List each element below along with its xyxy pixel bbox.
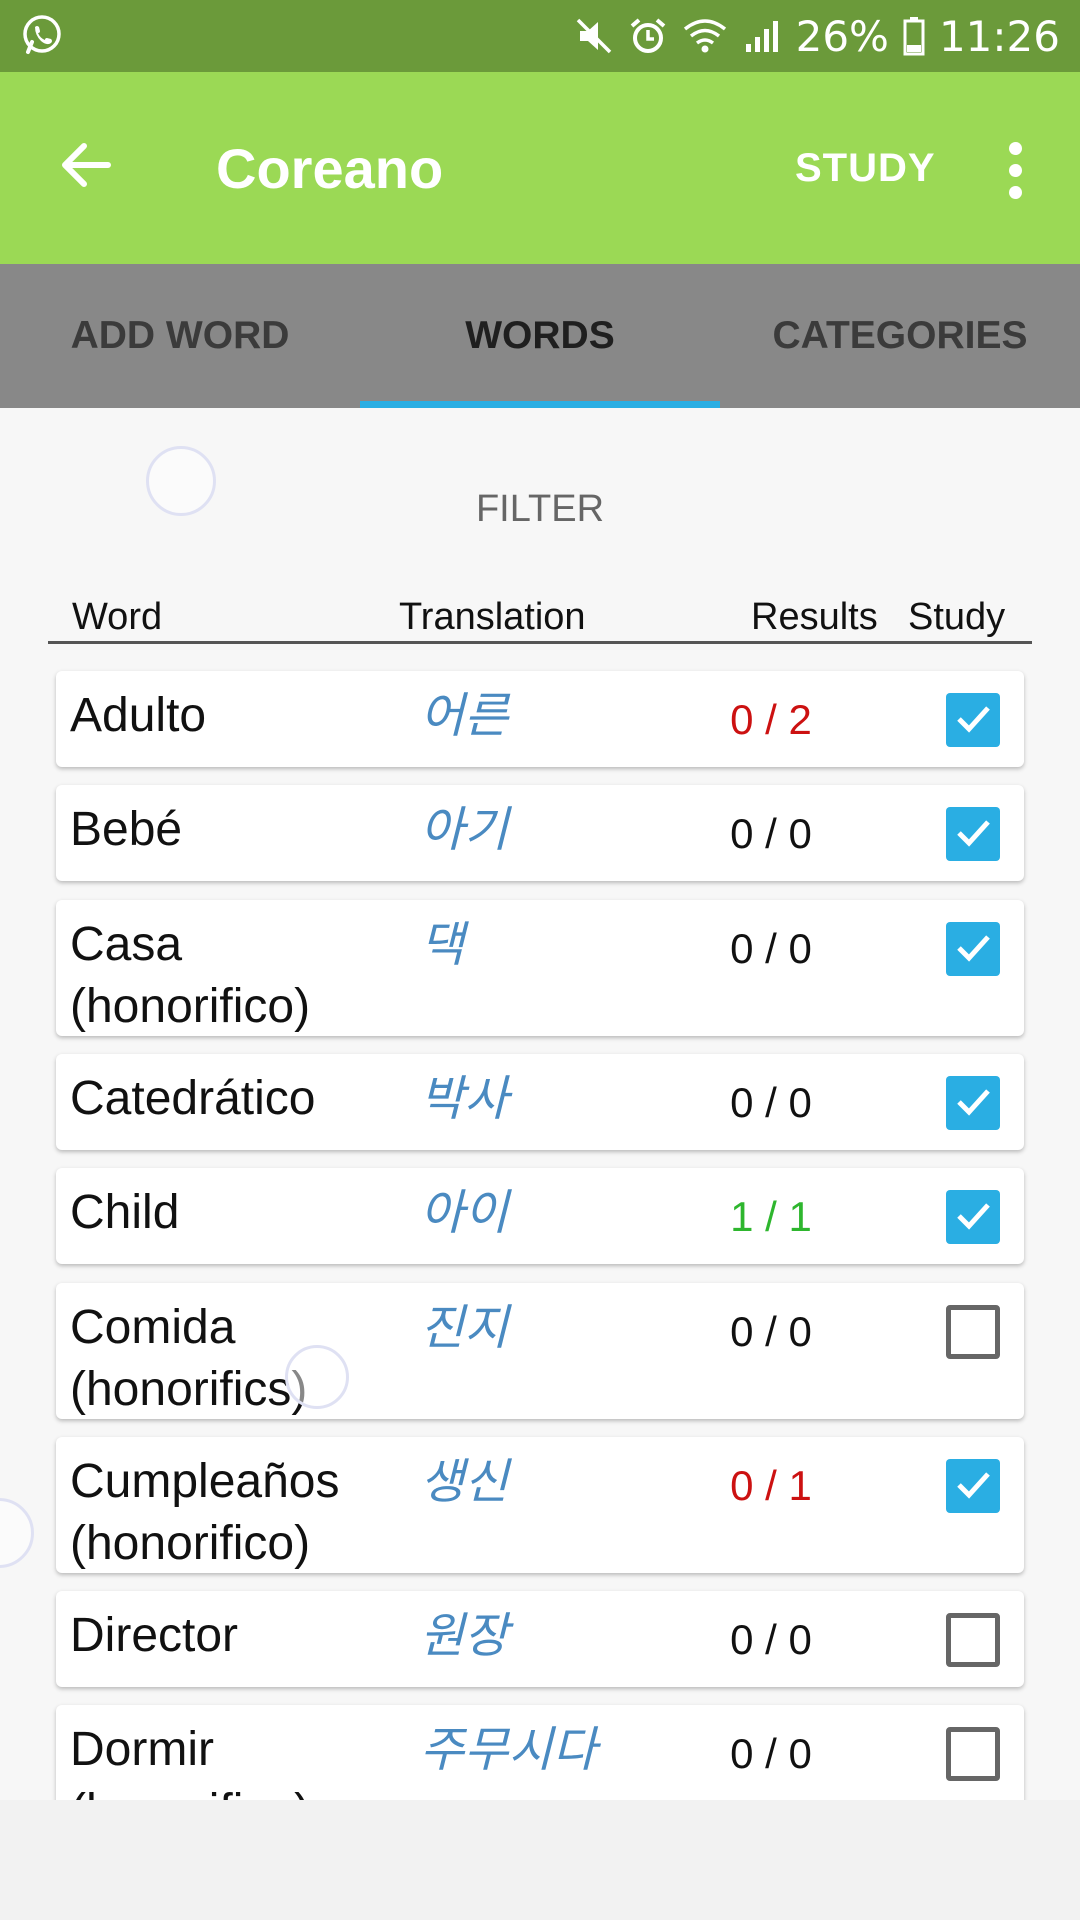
wifi-icon bbox=[682, 16, 728, 56]
tab-categories-label: CATEGORIES bbox=[772, 314, 1028, 357]
word-text: Adulto bbox=[70, 689, 207, 742]
bottom-spacer bbox=[0, 1800, 1080, 1920]
checkmark-icon bbox=[953, 1195, 993, 1240]
translation-text: 아기 bbox=[420, 802, 509, 858]
tab-indicator bbox=[360, 401, 720, 408]
header-results: Results bbox=[751, 596, 878, 638]
translation-text: 아이 bbox=[420, 1185, 509, 1241]
tab-words-label: WORDS bbox=[465, 314, 615, 357]
battery-icon bbox=[903, 16, 925, 56]
app-title: Coreano bbox=[216, 136, 444, 200]
translation-text: 주무시다 bbox=[420, 1722, 597, 1778]
translation-text: 진지 bbox=[420, 1300, 509, 1356]
word-text: Comida (honorifics) bbox=[70, 1301, 308, 1416]
word-row[interactable]: Dormir (honorifico) 주무시다 0 / 0 bbox=[56, 1705, 1024, 1800]
mute-icon bbox=[574, 16, 614, 56]
word-row[interactable]: Director 원장 0 / 0 bbox=[56, 1591, 1024, 1687]
clock: 11:26 bbox=[938, 11, 1060, 61]
result-text: 0 / 0 bbox=[730, 925, 812, 972]
word-text: Director bbox=[70, 1609, 239, 1662]
checkmark-icon bbox=[953, 812, 993, 857]
word-text: Bebé bbox=[70, 803, 183, 856]
word-text: Dormir (honorifico) bbox=[70, 1723, 310, 1800]
battery-percent: 26% bbox=[795, 11, 889, 61]
word-row[interactable]: Comida (honorifics) 진지 0 / 0 bbox=[56, 1283, 1024, 1419]
translation-text: 생신 bbox=[420, 1454, 509, 1510]
result-text: 0 / 0 bbox=[730, 810, 812, 857]
alarm-icon bbox=[628, 16, 668, 56]
tab-words[interactable]: WORDS bbox=[360, 264, 720, 408]
word-row[interactable]: Bebé 아기 0 / 0 bbox=[56, 785, 1024, 881]
back-button[interactable] bbox=[50, 132, 120, 202]
word-row[interactable]: Catedrático 박사 0 / 0 bbox=[56, 1054, 1024, 1150]
study-checkbox[interactable] bbox=[946, 1305, 1000, 1359]
translation-text: 댁 bbox=[420, 917, 465, 973]
study-checkbox[interactable] bbox=[946, 693, 1000, 747]
filter-button[interactable]: FILTER bbox=[0, 488, 1080, 531]
word-row[interactable]: Child 아이 1 / 1 bbox=[56, 1168, 1024, 1264]
study-checkbox[interactable] bbox=[946, 1727, 1000, 1781]
header-translation: Translation bbox=[399, 596, 586, 638]
more-vert-icon bbox=[1008, 141, 1022, 155]
header-word: Word bbox=[72, 596, 163, 638]
app-bar: Coreano STUDY bbox=[0, 72, 1080, 264]
checkmark-icon bbox=[953, 1081, 993, 1126]
words-list-content: FILTER Word Translation Results Study Ad… bbox=[0, 408, 1080, 1800]
tab-categories[interactable]: CATEGORIES bbox=[720, 264, 1080, 408]
word-row[interactable]: Adulto 어른 0 / 2 bbox=[56, 671, 1024, 767]
tab-bar: ADD WORD WORDS CATEGORIES bbox=[0, 264, 1080, 408]
header-study: Study bbox=[908, 596, 1006, 638]
table-header: Word Translation Results Study bbox=[48, 588, 1032, 644]
study-checkbox[interactable] bbox=[946, 1459, 1000, 1513]
translation-text: 박사 bbox=[420, 1071, 509, 1127]
result-text: 0 / 1 bbox=[730, 1462, 812, 1509]
result-text: 0 / 0 bbox=[730, 1079, 812, 1126]
checkmark-icon bbox=[953, 927, 993, 972]
translation-text: 어른 bbox=[420, 688, 509, 744]
result-text: 0 / 0 bbox=[730, 1730, 812, 1777]
touch-indicator bbox=[0, 1498, 34, 1568]
translation-text: 원장 bbox=[420, 1608, 509, 1664]
word-row[interactable]: Casa (honorifico) 댁 0 / 0 bbox=[56, 900, 1024, 1036]
result-text: 0 / 0 bbox=[730, 1308, 812, 1355]
word-text: Child bbox=[70, 1186, 180, 1239]
result-text: 1 / 1 bbox=[730, 1193, 812, 1240]
status-bar: 26% 11:26 bbox=[0, 0, 1080, 72]
result-text: 0 / 0 bbox=[730, 1616, 812, 1663]
checkmark-icon bbox=[953, 698, 993, 743]
word-text: Catedrático bbox=[70, 1072, 316, 1125]
word-text: Cumpleaños (honorifico) bbox=[70, 1455, 340, 1570]
signal-icon bbox=[742, 16, 782, 56]
study-button[interactable]: STUDY bbox=[795, 72, 936, 264]
study-checkbox[interactable] bbox=[946, 807, 1000, 861]
study-checkbox[interactable] bbox=[946, 922, 1000, 976]
result-text: 0 / 2 bbox=[730, 696, 812, 743]
tab-add-word-label: ADD WORD bbox=[70, 314, 290, 357]
checkmark-icon bbox=[953, 1464, 993, 1509]
whatsapp-icon bbox=[20, 12, 64, 60]
touch-indicator bbox=[285, 1345, 349, 1409]
word-row[interactable]: Cumpleaños (honorifico) 생신 0 / 1 bbox=[56, 1437, 1024, 1573]
tab-add-word[interactable]: ADD WORD bbox=[0, 264, 360, 408]
word-text: Casa (honorifico) bbox=[70, 918, 311, 1033]
arrow-back-icon bbox=[58, 138, 112, 197]
study-checkbox[interactable] bbox=[946, 1613, 1000, 1667]
study-checkbox[interactable] bbox=[946, 1076, 1000, 1130]
study-checkbox[interactable] bbox=[946, 1190, 1000, 1244]
more-options-button[interactable] bbox=[995, 130, 1035, 210]
